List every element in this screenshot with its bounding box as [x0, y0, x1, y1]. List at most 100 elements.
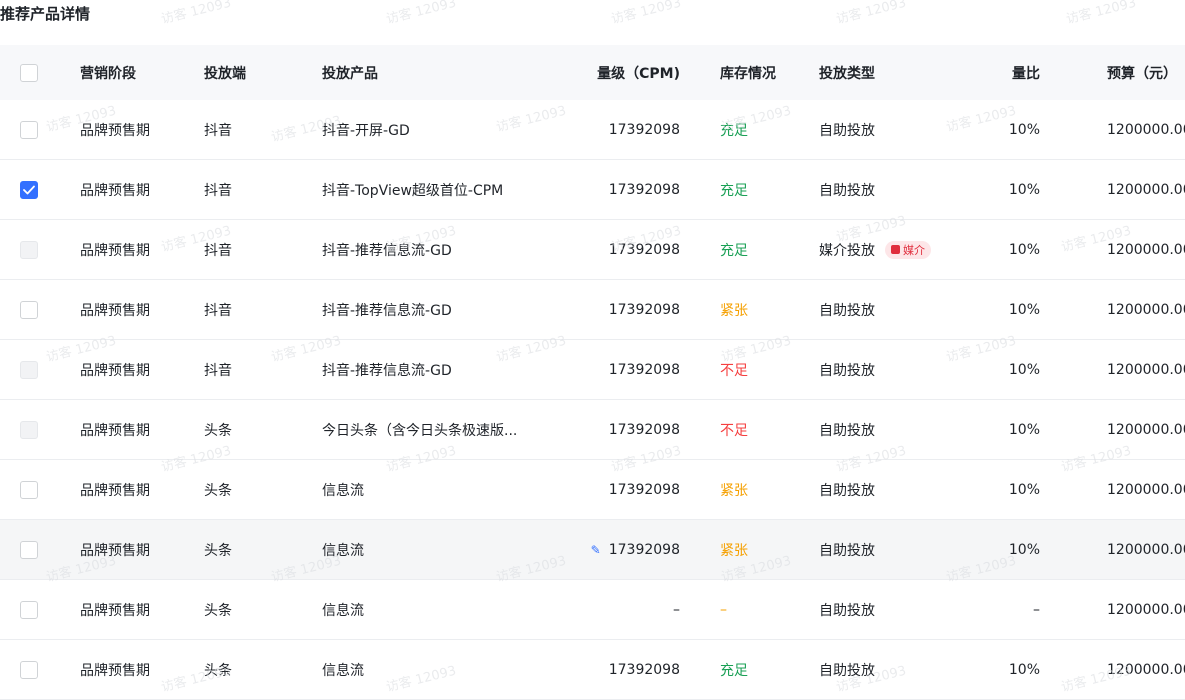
cell-stock: 紧张 — [720, 520, 800, 579]
table-row[interactable]: 品牌预售期 头条 信息流 ✎ 17392098 紧张 自助投放 10% 1200… — [0, 520, 1185, 580]
media-tag: 媒介 — [885, 240, 931, 259]
cell-endpoint: 抖音 — [204, 122, 232, 139]
header-stage: 营销阶段 — [80, 65, 136, 82]
type-value: 自助投放 — [819, 302, 875, 319]
cpm-value: 17392098 — [608, 661, 680, 678]
cell-cpm[interactable]: 17392098 — [560, 340, 680, 399]
header-checkbox-cell[interactable] — [20, 45, 42, 100]
cpm-value: 17392098 — [608, 361, 680, 378]
cell-ratio: 10% — [1008, 301, 1040, 318]
stock-status: 紧张 — [720, 542, 748, 559]
media-icon — [891, 245, 900, 254]
cell-ratio: 10% — [1008, 121, 1040, 138]
cell-product: 信息流 — [322, 602, 364, 619]
cell-stock: 充足 — [720, 160, 800, 219]
row-checkbox-cell[interactable] — [20, 580, 42, 639]
table-row[interactable]: 品牌预售期 头条 信息流 17392098 紧张 自助投放 10% 120000… — [0, 460, 1185, 520]
cell-cpm[interactable]: 17392098 — [560, 640, 680, 699]
cell-stage: 品牌预售期 — [80, 662, 150, 679]
watermark: 访客 12093 — [1064, 0, 1138, 28]
cell-cpm[interactable]: 17392098 — [560, 100, 680, 159]
row-checkbox[interactable] — [20, 120, 38, 139]
cpm-value: 17392098 — [608, 121, 680, 138]
cell-ratio: 10% — [1008, 241, 1040, 258]
cell-stage: 品牌预售期 — [80, 302, 150, 319]
row-checkbox-cell[interactable] — [20, 520, 42, 579]
row-checkbox-cell[interactable] — [20, 280, 42, 339]
type-value: 自助投放 — [819, 662, 875, 679]
cell-cpm[interactable]: 17392098 — [560, 400, 680, 459]
type-value: 媒介投放 — [819, 242, 875, 259]
cell-endpoint: 头条 — [204, 662, 232, 679]
row-checkbox-cell[interactable] — [20, 340, 42, 399]
row-checkbox[interactable] — [20, 480, 38, 499]
cell-cpm[interactable]: ✎ 17392098 — [560, 520, 680, 579]
pencil-icon[interactable]: ✎ — [591, 543, 601, 557]
row-checkbox-cell[interactable] — [20, 100, 42, 159]
table-row[interactable]: 品牌预售期 头条 今日头条（含今日头条极速版... 17392098 不足 自助… — [0, 400, 1185, 460]
cell-stage: 品牌预售期 — [80, 242, 150, 259]
row-checkbox — [20, 360, 38, 379]
table-row[interactable]: 品牌预售期 抖音 抖音-TopView超级首位-CPM 17392098 充足 … — [0, 160, 1185, 220]
row-checkbox-cell[interactable] — [20, 400, 42, 459]
table-row[interactable]: 品牌预售期 头条 信息流 17392098 充足 自助投放 10% 120000… — [0, 640, 1185, 700]
cell-cpm[interactable]: – — [560, 580, 680, 639]
row-checkbox-cell[interactable] — [20, 460, 42, 519]
cell-budget: 1200000.00 — [1107, 661, 1185, 678]
cell-budget: 1200000.00 — [1107, 481, 1185, 498]
type-value: 自助投放 — [819, 482, 875, 499]
row-checkbox[interactable] — [20, 660, 38, 679]
select-all-checkbox[interactable] — [20, 63, 38, 82]
row-checkbox-cell[interactable] — [20, 160, 42, 219]
table-row[interactable]: 品牌预售期 头条 信息流 – – 自助投放 – 1200000.00 — [0, 580, 1185, 640]
cpm-value: 17392098 — [608, 301, 680, 318]
row-checkbox[interactable] — [20, 300, 38, 319]
cell-stage: 品牌预售期 — [80, 362, 150, 379]
cell-endpoint: 头条 — [204, 422, 232, 439]
table-body: 品牌预售期 抖音 抖音-开屏-GD 17392098 充足 自助投放 10% 1… — [0, 100, 1185, 700]
row-checkbox[interactable] — [20, 180, 38, 199]
cell-cpm[interactable]: 17392098 — [560, 160, 680, 219]
table-row[interactable]: 品牌预售期 抖音 抖音-推荐信息流-GD 17392098 充足 媒介投放 媒介… — [0, 220, 1185, 280]
row-checkbox-cell[interactable] — [20, 220, 42, 279]
cell-product: 抖音-TopView超级首位-CPM — [322, 182, 504, 199]
type-value: 自助投放 — [819, 182, 875, 199]
stock-status: 充足 — [720, 242, 748, 259]
header-budget: 预算（元） — [1107, 65, 1177, 82]
cell-cpm[interactable]: 17392098 — [560, 280, 680, 339]
table-row[interactable]: 品牌预售期 抖音 抖音-开屏-GD 17392098 充足 自助投放 10% 1… — [0, 100, 1185, 160]
media-tag-label: 媒介 — [903, 243, 925, 257]
product-table: 营销阶段 投放端 投放产品 量级（CPM) 库存情况 投放类型 量比 预算（元）… — [0, 45, 1185, 700]
table-row[interactable]: 品牌预售期 抖音 抖音-推荐信息流-GD 17392098 紧张 自助投放 10… — [0, 280, 1185, 340]
cpm-value: 17392098 — [608, 181, 680, 198]
cell-budget: 1200000.00 — [1107, 121, 1185, 138]
header-cpm: 量级（CPM) — [597, 65, 680, 82]
cell-budget: 1200000.00 — [1107, 361, 1185, 378]
row-checkbox — [20, 240, 38, 259]
cell-ratio: 10% — [1008, 541, 1040, 558]
cell-ratio: 10% — [1008, 481, 1040, 498]
row-checkbox[interactable] — [20, 540, 38, 559]
cell-cpm[interactable]: 17392098 — [560, 460, 680, 519]
cell-stage: 品牌预售期 — [80, 482, 150, 499]
cell-ratio: 10% — [1008, 661, 1040, 678]
cell-budget: 1200000.00 — [1107, 601, 1185, 618]
cell-stage: 品牌预售期 — [80, 602, 150, 619]
type-value: 自助投放 — [819, 422, 875, 439]
row-checkbox-cell[interactable] — [20, 640, 42, 699]
cell-budget: 1200000.00 — [1107, 541, 1185, 558]
stock-status: 不足 — [720, 362, 748, 379]
cell-cpm[interactable]: 17392098 — [560, 220, 680, 279]
cell-stock: 充足 — [720, 100, 800, 159]
row-checkbox[interactable] — [20, 600, 38, 619]
cell-endpoint: 头条 — [204, 602, 232, 619]
table-row[interactable]: 品牌预售期 抖音 抖音-推荐信息流-GD 17392098 不足 自助投放 10… — [0, 340, 1185, 400]
cpm-value: 17392098 — [608, 541, 680, 558]
cell-stock: 紧张 — [720, 460, 800, 519]
cell-product: 抖音-推荐信息流-GD — [322, 242, 452, 259]
row-checkbox — [20, 420, 38, 439]
watermark: 访客 12093 — [159, 0, 233, 28]
stock-status: 不足 — [720, 422, 748, 439]
cell-product: 信息流 — [322, 482, 364, 499]
stock-status: 紧张 — [720, 302, 748, 319]
